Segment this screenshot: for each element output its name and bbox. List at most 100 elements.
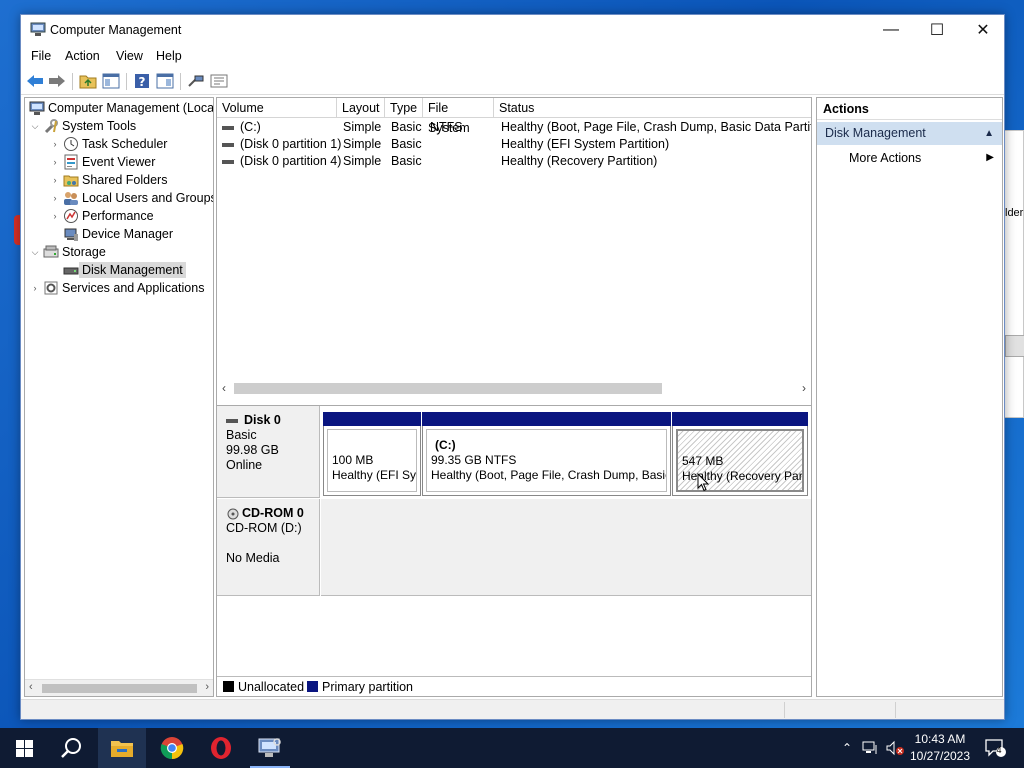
scroll-right-icon[interactable]: › [802,381,806,395]
forward-button[interactable] [47,71,67,91]
toolbar-separator [126,73,127,90]
tree-item-device-manager[interactable]: Device Manager [61,225,173,243]
column-volume[interactable]: Volume [217,98,337,118]
partition-c[interactable]: (C:) 99.35 GB NTFS Healthy (Boot, Page F… [422,412,671,496]
up-folder-icon [79,75,97,89]
opera-button[interactable] [197,728,245,768]
volume-status: Healthy (EFI System Partition) [501,137,670,151]
computer-management-icon [258,738,281,757]
partition-efi[interactable]: 100 MB Healthy (EFI Sys [323,412,421,496]
column-status[interactable]: Status [494,98,811,118]
volume-icon [222,142,234,147]
computer-management-icon [29,101,45,115]
search-icon [61,738,81,758]
background-window-button[interactable] [1005,335,1024,357]
tree-item-label: Services and Applications [62,281,205,295]
chevron-right-icon[interactable]: › [29,283,41,293]
show-hide-console-tree-button[interactable] [101,71,121,91]
event-viewer-icon [64,154,78,170]
tree-item-storage[interactable]: ⌵ Storage [29,243,106,261]
minimize-button[interactable]: — [868,15,914,45]
volume-layout: Simple [343,154,382,168]
show-hide-action-pane-button[interactable] [155,71,175,91]
partition-color-band [672,412,808,426]
show-hidden-icons-button[interactable]: ⌃ [838,728,856,768]
volume-file-system: NTFS [430,120,463,134]
more-actions[interactable]: More Actions ▶ [817,148,1002,168]
menu-action[interactable]: Action [65,49,100,63]
up-one-level-button[interactable] [78,71,98,91]
volume-list-horizontal-scrollbar[interactable]: ‹ › [217,380,811,397]
partition-color-band [422,412,671,426]
tree-item-task-scheduler[interactable]: › Task Scheduler [49,135,167,153]
volume-row[interactable]: (Disk 0 partition 4) Simple Basic Health… [217,153,811,170]
chrome-button[interactable] [148,728,196,768]
notification-center-button[interactable]: 4 [980,728,1010,768]
title-bar[interactable]: Computer Management — ☐ ✕ [21,15,1004,45]
network-tray-button[interactable] [860,728,882,768]
file-explorer-button[interactable] [98,728,146,768]
back-button[interactable] [25,71,45,91]
tree-item-event-viewer[interactable]: › Event Viewer [49,153,155,171]
file-explorer-icon [111,741,133,757]
chevron-right-icon[interactable]: › [49,211,61,221]
network-icon [862,741,877,754]
partition-recovery[interactable]: 547 MB Healthy (Recovery Parti [672,412,808,496]
menu-view[interactable]: View [116,49,143,63]
tree-item-label: System Tools [62,119,137,133]
tree-horizontal-scrollbar[interactable]: ‹ › [25,679,213,696]
show-hide-console-tree-icon [102,73,120,89]
close-button[interactable]: ✕ [960,15,1006,45]
performance-icon [64,209,78,223]
scrollbar-thumb[interactable] [42,684,197,693]
properties-button[interactable] [209,71,229,91]
computer-management-taskbar-button[interactable] [246,728,294,768]
chevron-right-icon[interactable]: › [49,157,61,167]
toolbar-separator [72,73,73,90]
actions-pane: Actions Disk Management ▲ More Actions ▶ [816,97,1003,697]
legend: Unallocated Primary partition [217,676,811,696]
disk-0-label[interactable]: Disk 0 Basic 99.98 GB Online [217,406,320,498]
tree-item-shared-folders[interactable]: › Shared Folders [49,171,168,189]
cdrom-0-label[interactable]: CD-ROM 0 CD-ROM (D:) No Media [217,499,320,596]
start-button[interactable] [0,728,48,768]
chevron-right-icon[interactable]: › [49,139,61,149]
connect-button[interactable] [186,71,206,91]
tree-item-system-tools[interactable]: ⌵ System Tools [29,117,136,135]
chevron-right-icon[interactable]: › [49,175,61,185]
scroll-left-icon[interactable]: ‹ [29,681,33,693]
volume-row[interactable]: (Disk 0 partition 1) Simple Basic Health… [217,136,811,153]
tree-item-performance[interactable]: › Performance [49,207,154,225]
scroll-right-icon[interactable]: › [205,681,209,693]
volume-row[interactable]: (C:) Simple Basic NTFS Healthy (Boot, Pa… [217,119,811,136]
chevron-down-icon[interactable]: ⌵ [29,247,41,258]
chevron-right-icon[interactable]: › [49,193,61,203]
column-file-system[interactable]: File System [423,98,494,135]
search-button[interactable] [48,728,96,768]
chevron-down-icon[interactable]: ⌵ [29,121,41,132]
column-type[interactable]: Type [385,98,423,118]
status-divider [895,702,896,718]
volume-list-header: Volume Layout Type File System Status [217,98,811,135]
help-button[interactable]: ? [132,71,152,91]
scrollbar-thumb[interactable] [234,383,662,394]
chrome-icon [160,737,184,760]
collapse-up-icon[interactable]: ▲ [984,122,994,145]
partition-status: Healthy (EFI Sys [332,468,417,482]
tree-item-root[interactable]: Computer Management (Local [27,99,213,117]
back-icon [27,75,43,87]
notification-count: 4 [996,745,1002,755]
tree-item-local-users[interactable]: › Local Users and Groups [49,189,213,207]
menu-help[interactable]: Help [156,49,182,63]
column-layout[interactable]: Layout [337,98,385,118]
cdrom-icon [227,508,239,520]
tree-item-disk-management[interactable]: Disk Management [61,261,186,279]
actions-group-disk-management[interactable]: Disk Management ▲ [817,122,1002,145]
maximize-button[interactable]: ☐ [914,15,960,45]
taskbar-clock[interactable]: 10:43 AM 10/27/2023 [900,731,980,765]
scroll-left-icon[interactable]: ‹ [222,381,226,395]
tree-item-services-applications[interactable]: › Services and Applications [29,279,205,297]
cdrom-0-area[interactable] [321,499,811,596]
menu-file[interactable]: File [31,49,51,63]
background-window[interactable]: lder [1004,130,1024,418]
